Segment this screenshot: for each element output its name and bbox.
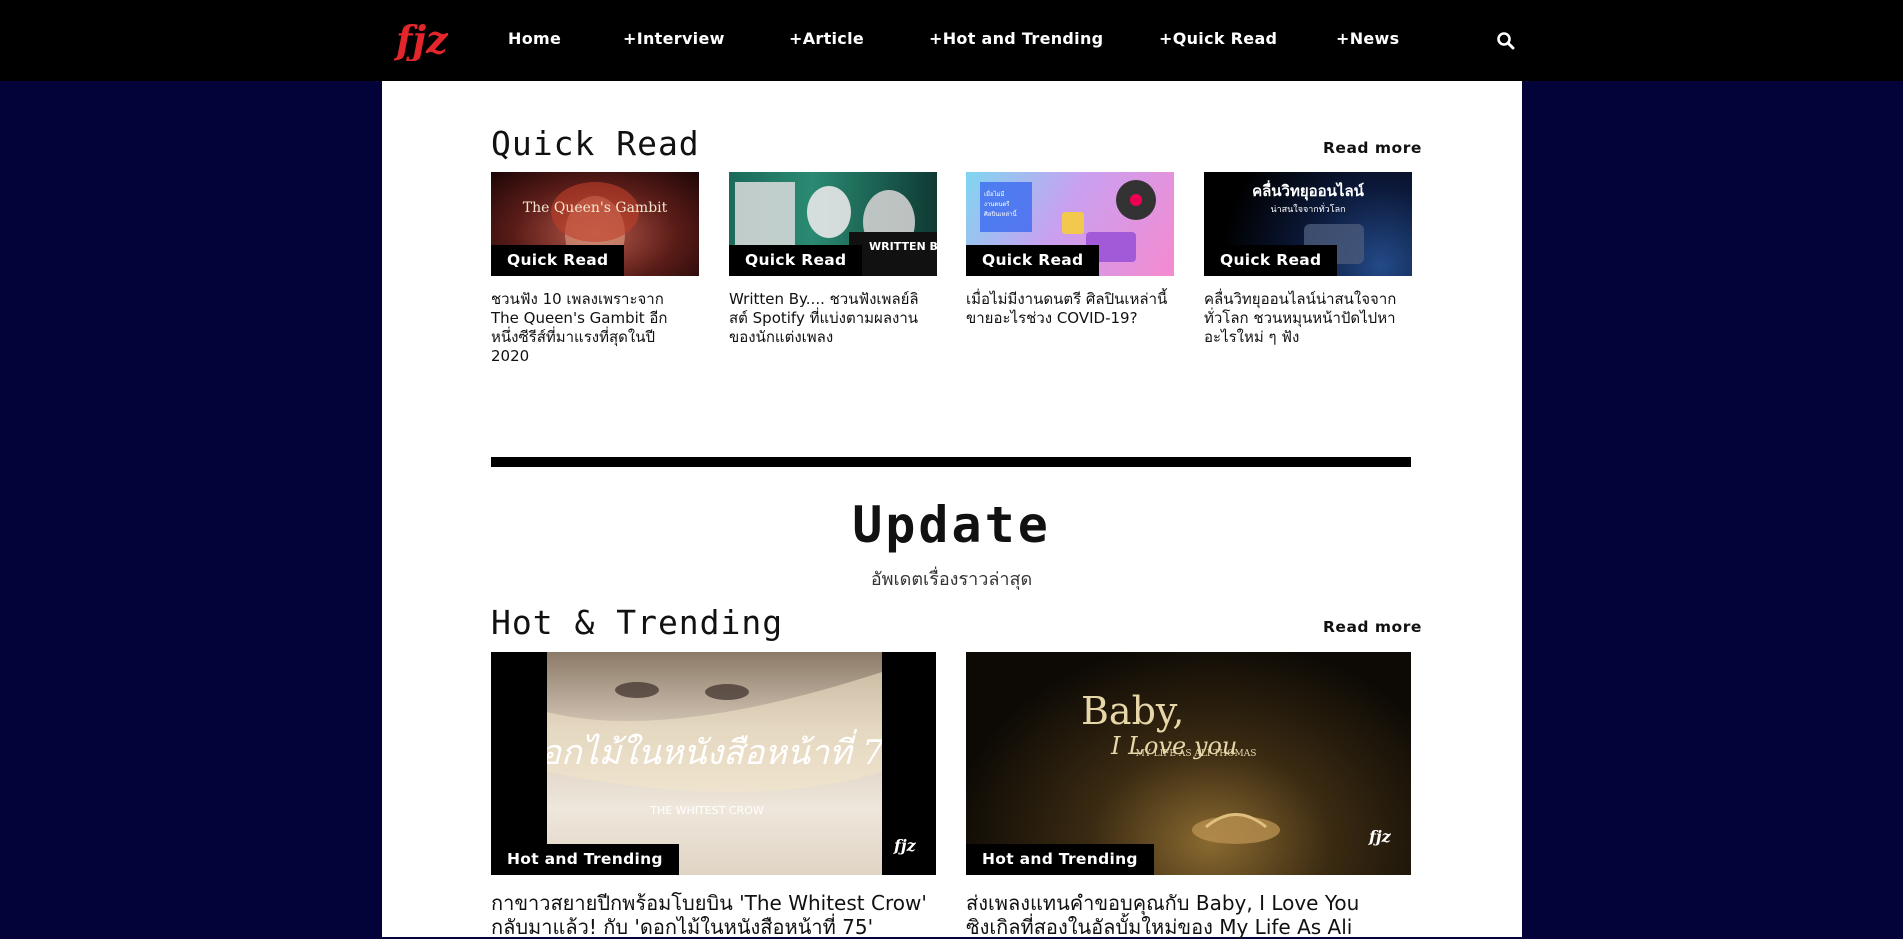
quick-read-card-2-image[interactable]: WRITTEN BY... Quick Read bbox=[729, 172, 937, 276]
nav-home[interactable]: Home bbox=[508, 29, 561, 48]
svg-text:THE WHITEST CROW: THE WHITEST CROW bbox=[649, 804, 764, 817]
search-icon[interactable] bbox=[1496, 31, 1516, 51]
quick-read-heading: Quick Read bbox=[491, 124, 700, 163]
svg-text:MY LIFE AS ALI THOMAS: MY LIFE AS ALI THOMAS bbox=[1136, 749, 1257, 759]
svg-text:The Queen's Gambit: The Queen's Gambit bbox=[523, 200, 668, 216]
update-subheading: อัพเดตเรื่องราวล่าสุด bbox=[870, 569, 1033, 590]
hot-trending-card-2-tag[interactable]: Hot and Trending bbox=[966, 844, 1154, 875]
quick-read-card-4-tag[interactable]: Quick Read bbox=[1204, 245, 1338, 276]
quick-read-card-1-image[interactable]: The Queen's Gambit Quick Read bbox=[491, 172, 699, 276]
top-navbar: fjz Home +Interview +Article +Hot and Tr… bbox=[0, 0, 1903, 81]
svg-text:fjz: fjz bbox=[394, 17, 448, 61]
quick-read-card-4-image[interactable]: คลื่นวิทยุออนไลน์ น่าสนใจจากทั่วโลก Quic… bbox=[1204, 172, 1412, 276]
hot-trending-card-2-logo: fjz bbox=[1369, 827, 1391, 846]
quick-read-card-3-image[interactable]: เมื่อไม่มี งานดนตรี ศิลปินเหล่านี้ Quick… bbox=[966, 172, 1174, 276]
hot-trending-card-1-title-line2: กลับมาแล้ว! กับ 'ดอกไม้ในหนังสือหน้าที่ … bbox=[491, 915, 874, 939]
svg-text:Baby,: Baby, bbox=[1081, 689, 1184, 733]
nav-interview[interactable]: +Interview bbox=[623, 29, 725, 48]
baby-i-love-you-artwork: Baby, I Love you MY LIFE AS ALI THOMAS bbox=[1081, 689, 1280, 844]
hot-trending-card-1-tag[interactable]: Hot and Trending bbox=[491, 844, 679, 875]
quick-read-card-2-title[interactable]: Written By.... ชวนฟังเพลย์ลิสต์ Spotify … bbox=[729, 290, 934, 347]
quick-read-card-3-title[interactable]: เมื่อไม่มีงานดนตรี ศิลปินเหล่านี้ขายอะไร… bbox=[966, 290, 1174, 328]
svg-text:คลื่นวิทยุออนไลน์: คลื่นวิทยุออนไลน์ bbox=[1252, 180, 1365, 201]
quick-read-card-1-title[interactable]: ชวนฟัง 10 เพลงเพราะจาก The Queen's Gambi… bbox=[491, 290, 691, 366]
nav-article[interactable]: +Article bbox=[789, 29, 864, 48]
svg-text:ดอกไม้ในหนังสือหน้าที่ 75: ดอกไม้ในหนังสือหน้าที่ 75 bbox=[547, 729, 882, 773]
quick-read-card-2-tag[interactable]: Quick Read bbox=[729, 245, 863, 276]
whitest-crow-photo: ดอกไม้ในหนังสือหน้าที่ 75 THE WHITEST CR… bbox=[518, 652, 906, 875]
fjz-logo[interactable]: fjz bbox=[394, 15, 448, 61]
svg-text:น่าสนใจจากทั่วโลก: น่าสนใจจากทั่วโลก bbox=[1270, 202, 1345, 215]
hot-trending-card-2-title-line2: ซิงเกิลที่สองในอัลบั้มใหม่ของ My Life As… bbox=[966, 915, 1353, 939]
svg-text:เมื่อไม่มี: เมื่อไม่มี bbox=[984, 190, 1005, 198]
nav-news[interactable]: +News bbox=[1336, 29, 1399, 48]
quick-read-more-link[interactable]: Read more bbox=[1323, 139, 1422, 157]
svg-text:WRITTEN BY...: WRITTEN BY... bbox=[869, 240, 937, 253]
hot-trending-card-1-logo: fjz bbox=[894, 836, 916, 855]
section-divider bbox=[491, 457, 1411, 467]
nav-quick-read[interactable]: +Quick Read bbox=[1159, 29, 1277, 48]
hot-trending-card-1-title-line1: กาขาวสยายปีกพร้อมโบยบิน 'The Whitest Cro… bbox=[491, 891, 927, 915]
quick-read-card-4-title[interactable]: คลื่นวิทยุออนไลน์น่าสนใจจากทั่วโลก ชวนหม… bbox=[1204, 290, 1404, 347]
svg-text:งานดนตรี: งานดนตรี bbox=[984, 200, 1010, 208]
hot-trending-card-2-title[interactable]: ส่งเพลงแทนคำขอบคุณกับ Baby, I Love You ซ… bbox=[966, 891, 1411, 939]
hot-trending-more-link[interactable]: Read more bbox=[1323, 618, 1422, 636]
quick-read-card-1-tag[interactable]: Quick Read bbox=[491, 245, 625, 276]
hot-trending-heading: Hot & Trending bbox=[491, 603, 784, 642]
hot-trending-card-2-title-line1: ส่งเพลงแทนคำขอบคุณกับ Baby, I Love You bbox=[966, 891, 1360, 915]
quick-read-card-3-tag[interactable]: Quick Read bbox=[966, 245, 1100, 276]
hot-trending-card-1-title[interactable]: กาขาวสยายปีกพร้อมโบยบิน 'The Whitest Cro… bbox=[491, 891, 951, 939]
hot-trending-card-1-image[interactable]: ดอกไม้ในหนังสือหน้าที่ 75 THE WHITEST CR… bbox=[491, 652, 936, 875]
nav-hot-and-trending[interactable]: +Hot and Trending bbox=[929, 29, 1103, 48]
hot-trending-card-2-image[interactable]: Baby, I Love you MY LIFE AS ALI THOMAS f… bbox=[966, 652, 1411, 875]
update-heading: Update bbox=[852, 496, 1051, 554]
